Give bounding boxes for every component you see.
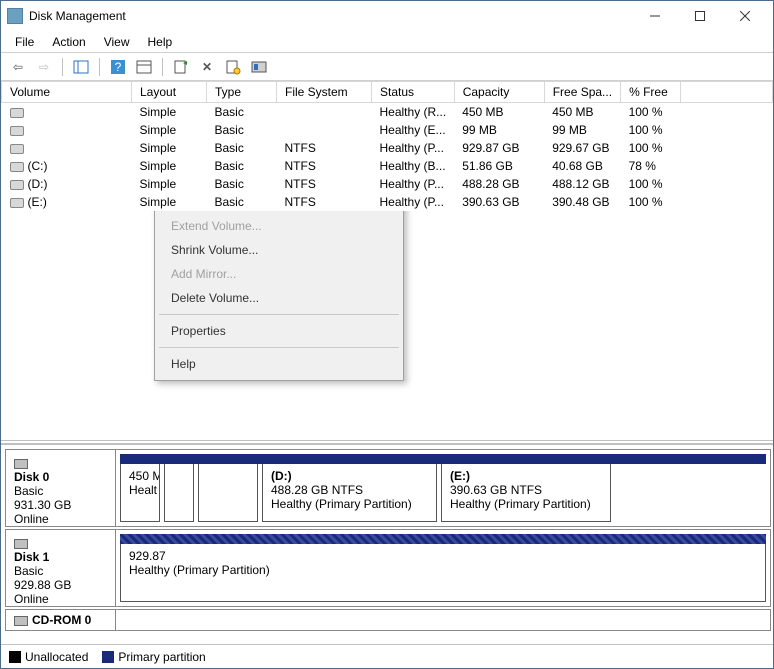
volume-name: (C:) <box>28 159 48 173</box>
volume-row[interactable]: (D:) SimpleBasicNTFS Healthy (P...488.28… <box>2 175 773 193</box>
action-icon[interactable] <box>248 56 270 78</box>
partition-status: Healthy (Primary Partition) <box>450 497 591 511</box>
volume-icon <box>10 180 24 190</box>
disk-status: Online <box>14 512 49 526</box>
menu-view[interactable]: View <box>96 33 138 51</box>
context-menu-item: Add Mirror... <box>157 262 401 286</box>
partition-size: 450 M <box>129 469 160 483</box>
volume-row[interactable]: SimpleBasic Healthy (E...99 MB99 MB100 % <box>2 121 773 139</box>
back-button[interactable]: ⇦ <box>7 56 29 78</box>
legend-unallocated: Unallocated <box>9 650 88 664</box>
volume-icon <box>10 198 24 208</box>
volume-list: Volume Layout Type File System Status Ca… <box>1 81 773 211</box>
col-filesystem[interactable]: File System <box>277 82 372 103</box>
menu-action[interactable]: Action <box>44 33 93 51</box>
maximize-button[interactable] <box>677 2 722 30</box>
volume-icon <box>10 108 24 118</box>
volume-row[interactable]: SimpleBasicNTFS Healthy (P...929.87 GB92… <box>2 139 773 157</box>
disk-size: 929.88 GB <box>14 578 71 592</box>
graphical-view: Disk 0 Basic 931.30 GB Online 450 M Heal… <box>1 444 773 644</box>
disk-row: Disk 1 Basic 929.88 GB Online 929.87 Hea… <box>5 529 771 607</box>
context-menu-item[interactable]: Shrink Volume... <box>157 238 401 262</box>
partition[interactable]: (D:) 488.28 GB NTFS Healthy (Primary Par… <box>262 454 437 522</box>
context-menu: OpenExploreMark Partition as ActiveChang… <box>154 211 404 381</box>
minimize-button[interactable] <box>632 2 677 30</box>
close-button[interactable] <box>722 2 767 30</box>
context-menu-item[interactable]: Delete Volume... <box>157 286 401 310</box>
volume-row[interactable]: (E:) SimpleBasicNTFS Healthy (P...390.63… <box>2 193 773 211</box>
cdrom-label: CD-ROM 0 <box>32 613 91 627</box>
legend: Unallocated Primary partition <box>1 644 773 668</box>
partition[interactable]: 450 M Healt <box>120 454 160 522</box>
list-whitespace: OpenExploreMark Partition as ActiveChang… <box>1 211 773 440</box>
forward-button[interactable]: ⇨ <box>33 56 55 78</box>
settings-icon[interactable] <box>133 56 155 78</box>
disk-type: Basic <box>14 564 43 578</box>
svg-text:?: ? <box>115 60 122 74</box>
volume-icon <box>10 126 24 136</box>
volume-icon <box>10 144 24 154</box>
volume-name: (D:) <box>28 177 48 191</box>
cdrom-icon <box>14 616 28 626</box>
context-menu-item: Extend Volume... <box>157 214 401 238</box>
partition-title: (E:) <box>450 469 602 483</box>
menu-help[interactable]: Help <box>140 33 181 51</box>
disk-management-window: Disk Management File Action View Help ⇦ … <box>0 0 774 669</box>
show-hide-tree-button[interactable] <box>70 56 92 78</box>
column-headers[interactable]: Volume Layout Type File System Status Ca… <box>2 82 773 103</box>
col-layout[interactable]: Layout <box>132 82 207 103</box>
volume-name: (E:) <box>28 195 47 209</box>
col-pctfree[interactable]: % Free <box>621 82 681 103</box>
titlebar[interactable]: Disk Management <box>1 1 773 31</box>
partition-status: Healthy (Primary Partition) <box>129 563 270 577</box>
context-menu-item[interactable]: Help <box>157 352 401 376</box>
help-icon[interactable]: ? <box>107 56 129 78</box>
col-capacity[interactable]: Capacity <box>454 82 544 103</box>
partition-status: Healt <box>129 483 157 497</box>
col-free[interactable]: Free Spa... <box>544 82 620 103</box>
partition-size: 390.63 GB NTFS <box>450 483 542 497</box>
partition[interactable] <box>164 454 194 522</box>
refresh-icon[interactable] <box>170 56 192 78</box>
disk-status: Online <box>14 592 49 606</box>
disk-name: Disk 1 <box>14 550 107 564</box>
properties-icon[interactable] <box>222 56 244 78</box>
volume-row[interactable]: (C:) SimpleBasicNTFS Healthy (B...51.86 … <box>2 157 773 175</box>
col-type[interactable]: Type <box>207 82 277 103</box>
partition-title: (D:) <box>271 469 428 483</box>
disk-type: Basic <box>14 484 43 498</box>
partition-status: Healthy (Primary Partition) <box>271 497 412 511</box>
app-icon <box>7 8 23 24</box>
partition-size: 488.28 GB NTFS <box>271 483 363 497</box>
col-volume[interactable]: Volume <box>2 82 132 103</box>
partition-strip: 450 M Healt (D:) 488.28 GB NTFS Healthy … <box>116 450 770 526</box>
disk-icon <box>14 459 28 469</box>
partition[interactable]: 929.87 Healthy (Primary Partition) <box>120 534 766 602</box>
disk-icon <box>14 539 28 549</box>
legend-primary: Primary partition <box>102 650 205 664</box>
window-title: Disk Management <box>29 9 632 23</box>
partition[interactable] <box>198 454 258 522</box>
disk-name: Disk 0 <box>14 470 107 484</box>
disk-size: 931.30 GB <box>14 498 71 512</box>
menu-file[interactable]: File <box>7 33 42 51</box>
menubar: File Action View Help <box>1 31 773 53</box>
volume-icon <box>10 162 24 172</box>
disk-row: Disk 0 Basic 931.30 GB Online 450 M Heal… <box>5 449 771 527</box>
partition-strip: 929.87 Healthy (Primary Partition) <box>116 530 770 606</box>
partition-size: 929.87 <box>129 549 166 563</box>
delete-icon[interactable]: ✕ <box>196 56 218 78</box>
partition[interactable]: (E:) 390.63 GB NTFS Healthy (Primary Par… <box>441 454 611 522</box>
col-status[interactable]: Status <box>372 82 455 103</box>
toolbar: ⇦ ⇨ ? ✕ <box>1 53 773 81</box>
context-menu-item[interactable]: Properties <box>157 319 401 343</box>
volume-row[interactable]: SimpleBasic Healthy (R...450 MB450 MB100… <box>2 103 773 122</box>
